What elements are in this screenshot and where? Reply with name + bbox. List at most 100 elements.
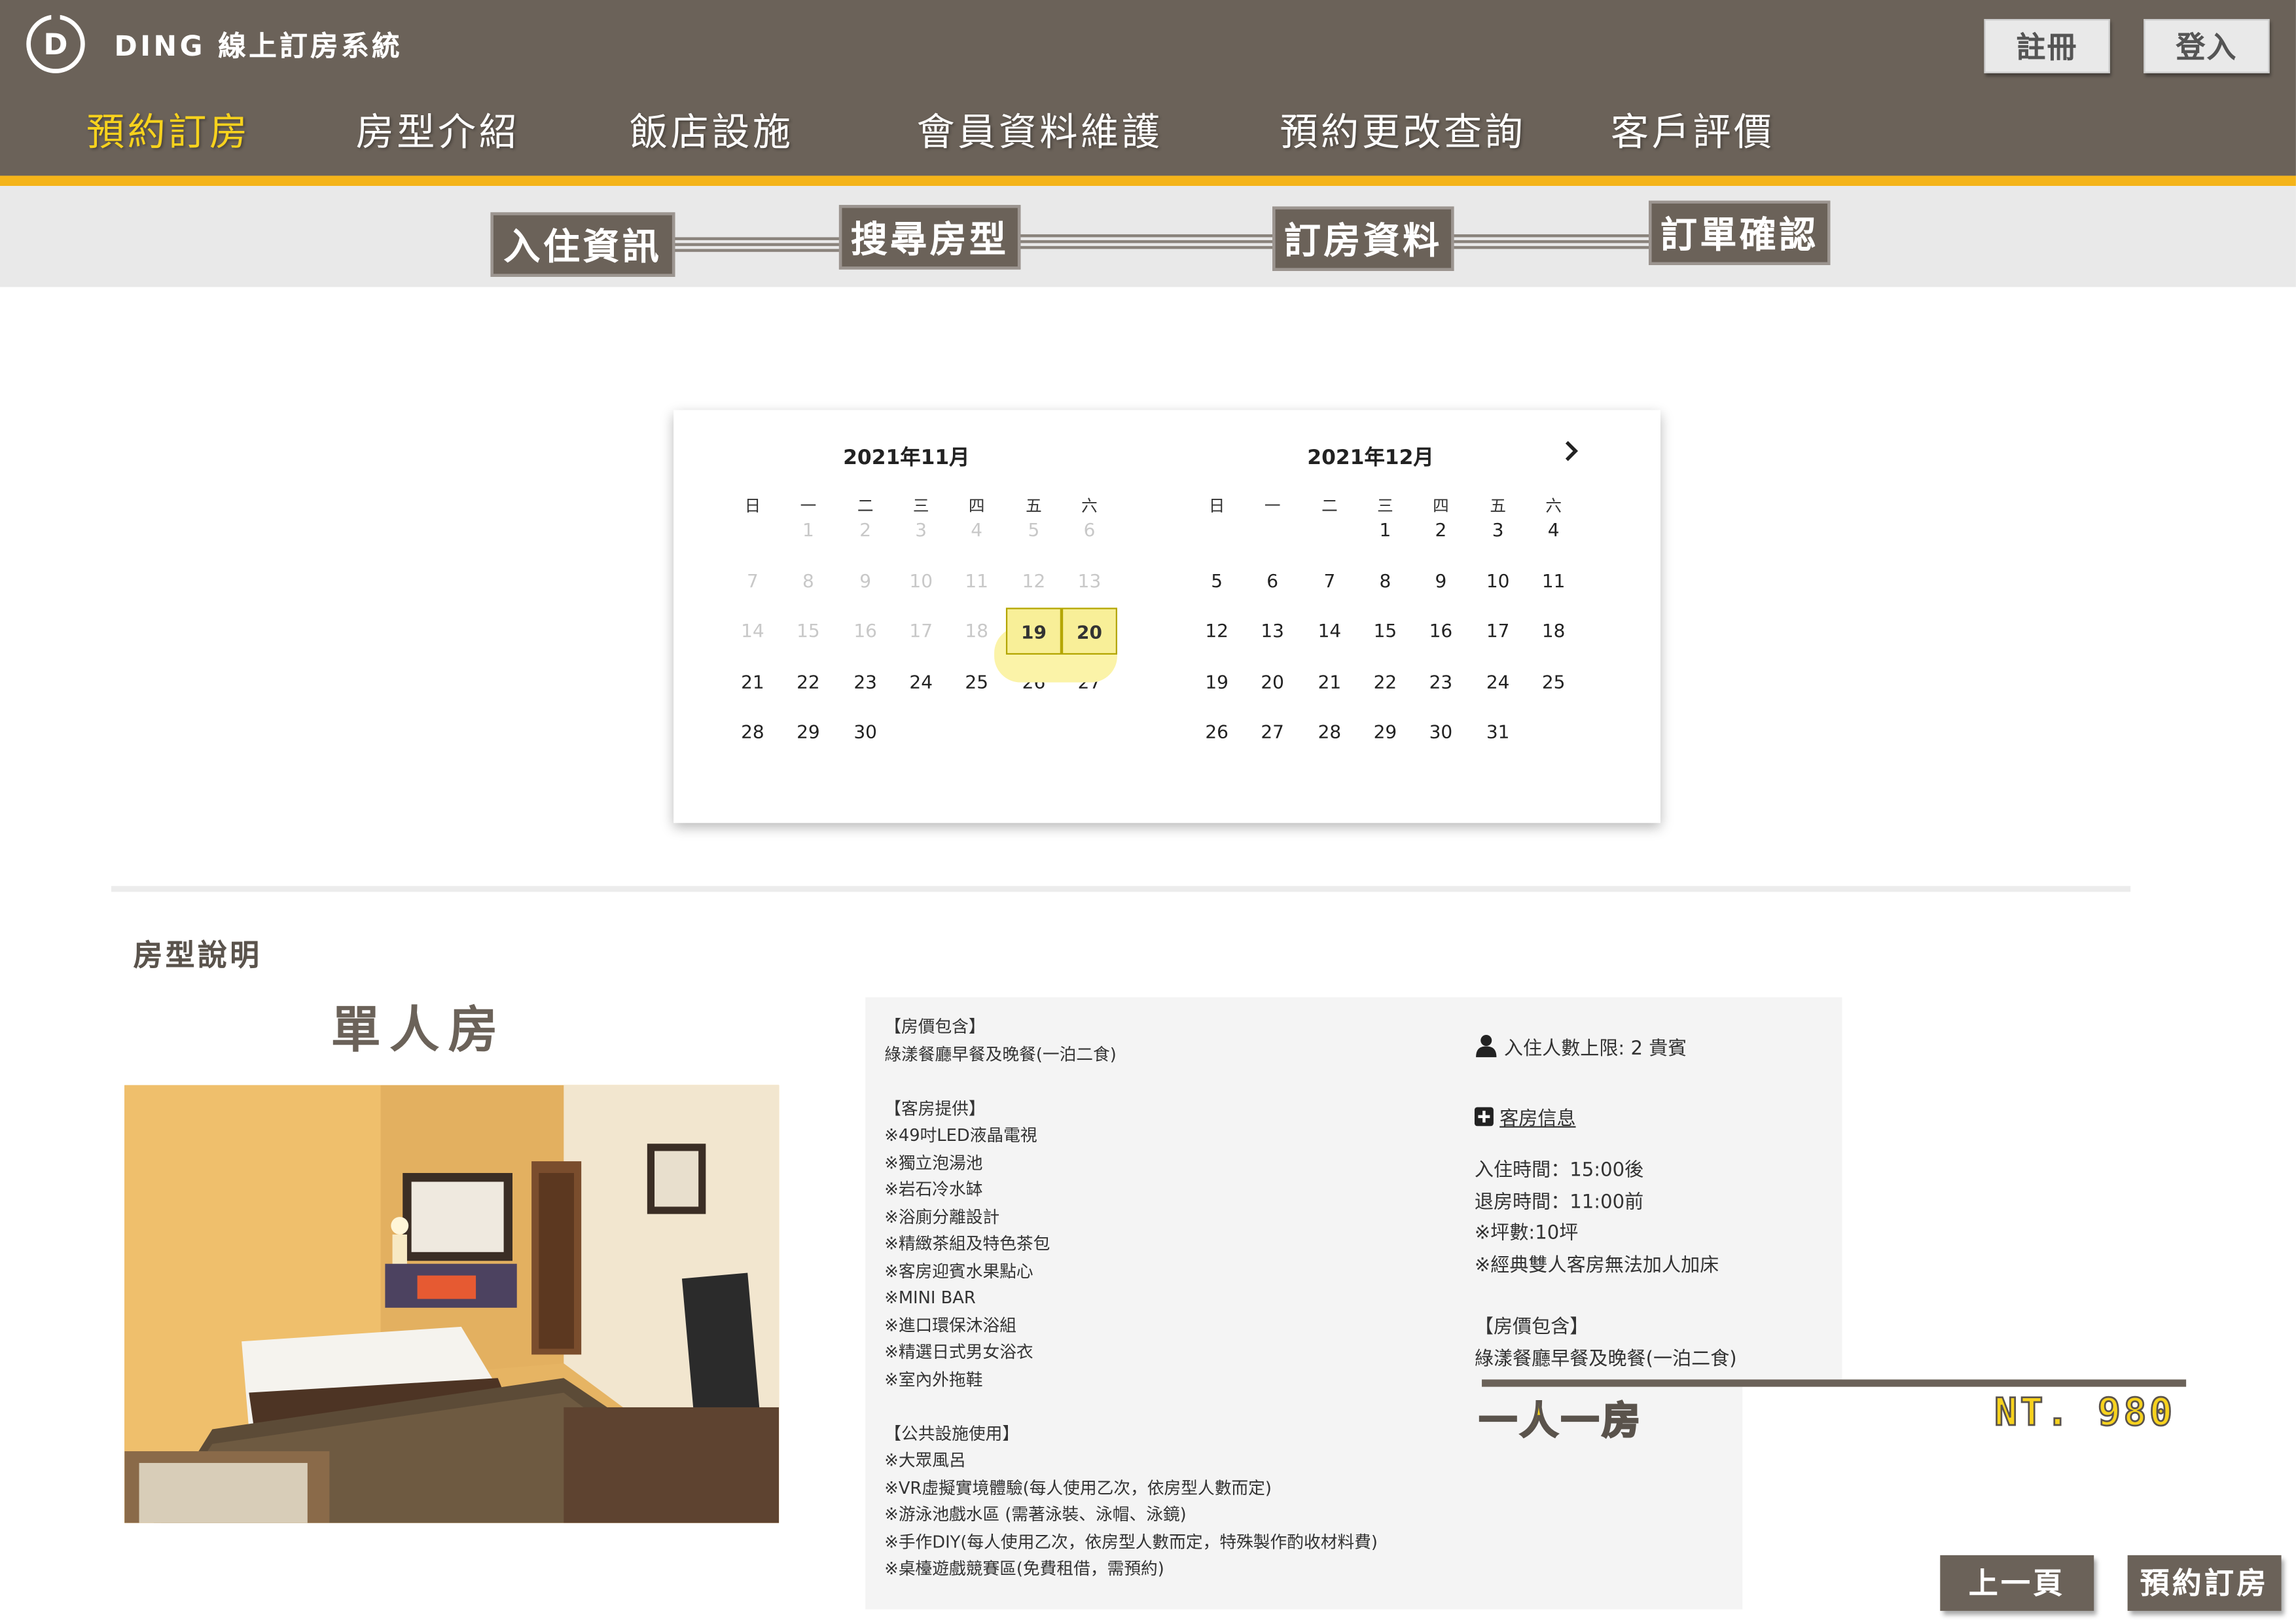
weekday-label: 一 (1264, 496, 1281, 516)
calendar-day[interactable]: 11 (1526, 558, 1581, 605)
step-connector (1454, 234, 1649, 249)
nav-facilities[interactable]: 飯店設施 (630, 103, 794, 157)
calendar-day[interactable]: 22 (780, 659, 836, 706)
calendar-day[interactable]: 29 (1357, 709, 1413, 756)
calendar-day[interactable]: 1 (1357, 507, 1413, 554)
nav-room-types[interactable]: 房型介紹 (356, 103, 520, 157)
calendar-day: 4 (971, 518, 983, 541)
calendar-day[interactable]: 24 (1470, 659, 1526, 706)
calendar-day[interactable]: 17 (1470, 607, 1526, 655)
calendar-day[interactable]: 13 (1245, 607, 1300, 655)
amenity-line: ※進口環保沐浴組 (884, 1314, 1016, 1335)
brand-title[interactable]: DING 線上訂房系統 (115, 25, 403, 64)
amenity-line: ※室內外拖鞋 (884, 1368, 983, 1389)
month-title: 2021年12月 (1307, 446, 1434, 471)
calendar-day[interactable]: 4 (1526, 507, 1581, 554)
user-icon (1475, 1034, 1498, 1063)
calendar-day: 3 (915, 518, 927, 541)
amenity-line: ※精緻茶組及特色茶包 (884, 1233, 1050, 1254)
calendar-day[interactable]: 27 (1245, 709, 1300, 756)
weekday-label: 日 (744, 496, 761, 516)
price-label: NT. 980 (1994, 1390, 2176, 1436)
calendar-day[interactable]: 12 (1189, 607, 1245, 655)
panel-notch (1742, 1382, 1860, 1617)
capacity-row: 入住人數上限: 2 貴賓 (1475, 1032, 1687, 1063)
calendar-day[interactable]: 3 (1470, 507, 1526, 554)
calendar-day[interactable]: 26 (1189, 709, 1245, 756)
calendar-day[interactable]: 30 (1413, 709, 1469, 756)
month-title: 2021年11月 (843, 446, 970, 471)
calendar-day[interactable]: 23 (1413, 659, 1469, 706)
room-name: 單人房 (331, 1001, 507, 1060)
weekday-label: 二 (1321, 496, 1338, 516)
calendar-day: 1 (802, 518, 814, 541)
calendar-day[interactable]: 9 (1413, 558, 1469, 605)
calendar-day: 16 (853, 619, 877, 641)
nav-book-room[interactable]: 預約訂房 (86, 103, 251, 157)
calendar-day[interactable]: 30 (838, 709, 893, 756)
calendar-day[interactable]: 19 (1189, 659, 1245, 706)
calendar-day: 17 (909, 619, 933, 641)
calendar-day[interactable]: 22 (1357, 659, 1413, 706)
price-divider (1482, 1379, 2187, 1387)
login-button[interactable]: 登入 (2144, 19, 2270, 73)
capacity-text: 入住人數上限: 2 貴賓 (1503, 1038, 1687, 1060)
room-photo (124, 1085, 780, 1523)
date-range-calendar: 2021年11月 日一二三四五六 1 2 3 4 5 6 7 8 9 10 11 12 13 14 15 16 1… (673, 410, 1660, 823)
calendar-day[interactable]: 10 (1470, 558, 1526, 605)
amenity-line: ※桌檯遊戲競賽區(免費租借，需預約) (884, 1558, 1164, 1579)
calendar-day-selected[interactable]: 20 (1061, 607, 1117, 655)
section-divider (111, 886, 2131, 892)
nav-reviews[interactable]: 客戶評價 (1611, 103, 1775, 157)
book-room-button[interactable]: 預約訂房 (2127, 1555, 2282, 1611)
nav-member-info[interactable]: 會員資料維護 (916, 103, 1162, 157)
room-info-link-row[interactable]: 客房信息 (1474, 1103, 1576, 1132)
calendar-day[interactable]: 6 (1245, 558, 1300, 605)
calendar-day: 13 (1077, 569, 1102, 592)
calendar-day[interactable]: 28 (1302, 709, 1357, 756)
calendar-day[interactable]: 5 (1189, 558, 1245, 605)
room-size: ※坪數:10坪 (1474, 1223, 1579, 1245)
calendar-day[interactable]: 21 (725, 659, 780, 706)
calendar-day[interactable]: 20 (1245, 659, 1300, 706)
calendar-day[interactable]: 14 (1302, 607, 1357, 655)
register-button[interactable]: 註冊 (1984, 19, 2110, 73)
calendar-day-selected[interactable]: 19 (1005, 607, 1062, 655)
logo-icon[interactable]: D (26, 10, 85, 73)
calendar-day: 10 (909, 569, 933, 592)
calendar-day[interactable]: 8 (1357, 558, 1413, 605)
calendar-day[interactable]: 15 (1357, 607, 1413, 655)
room-info-link[interactable]: 客房信息 (1499, 1109, 1575, 1131)
calendar-day[interactable]: 16 (1413, 607, 1469, 655)
amenity-line: ※精選日式男女浴衣 (884, 1341, 1033, 1362)
calendar-day[interactable]: 28 (725, 709, 780, 756)
chevron-right-icon[interactable] (1562, 439, 1580, 470)
calendar-day[interactable]: 18 (1526, 607, 1581, 655)
amenity-line: ※浴廁分離設計 (884, 1206, 1000, 1227)
calendar-day[interactable]: 25 (1526, 659, 1581, 706)
nav-booking-lookup[interactable]: 預約更改查詢 (1280, 103, 1526, 157)
calendar-day[interactable]: 24 (893, 659, 949, 706)
amenity-line: ※游泳池戲水區 (需著泳裝、泳帽、泳鏡) (884, 1504, 1187, 1525)
plus-square-icon (1474, 1107, 1494, 1132)
amenity-line: 【公共設施使用】 (884, 1422, 1020, 1443)
calendar-day: 7 (747, 569, 759, 592)
progress-steps: 入住資訊 搜尋房型 訂房資料 訂單確認 (0, 186, 2296, 287)
calendar-day: 2 (859, 518, 872, 541)
step-connector (1020, 234, 1273, 249)
calendar-day[interactable]: 29 (780, 709, 836, 756)
calendar-day: 11 (965, 569, 989, 592)
calendar-day: 14 (741, 619, 764, 641)
amenity-line: 【房價包含】 (884, 1016, 986, 1037)
calendar-day[interactable]: 23 (838, 659, 893, 706)
amenity-line: ※獨立泡湯池 (884, 1151, 983, 1172)
calendar-day[interactable]: 21 (1302, 659, 1357, 706)
plan-label: 一人一房 (1478, 1399, 1643, 1445)
calendar-day[interactable]: 2 (1413, 507, 1469, 554)
step-search-room: 搜尋房型 (838, 205, 1021, 270)
previous-page-button[interactable]: 上一頁 (1940, 1555, 2094, 1611)
amenity-line: ※客房迎賓水果點心 (884, 1260, 1033, 1281)
price-includes-text: 綠漾餐廳早餐及晚餐(一泊二食) (1474, 1348, 1737, 1371)
calendar-day[interactable]: 7 (1302, 558, 1357, 605)
calendar-day[interactable]: 31 (1470, 709, 1526, 756)
